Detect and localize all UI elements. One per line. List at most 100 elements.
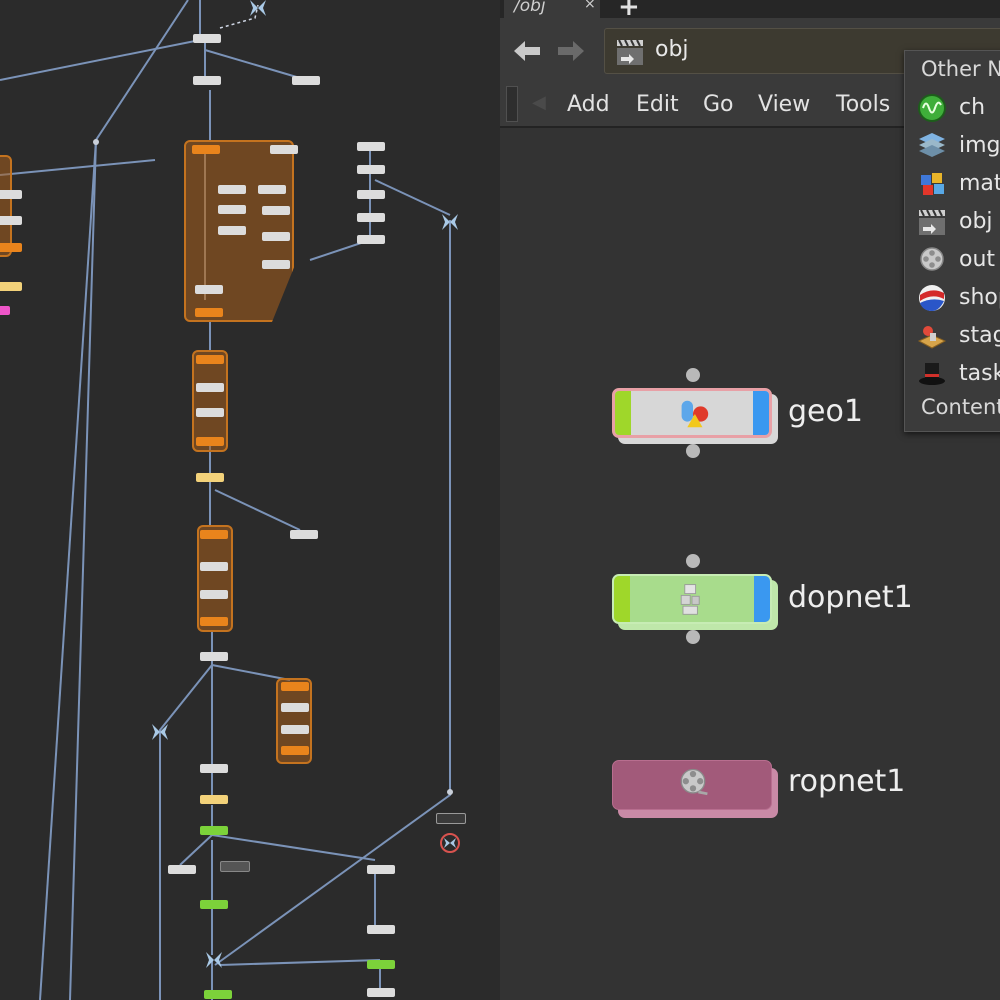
menu-edit[interactable]: Edit [636,92,679,117]
close-icon[interactable]: × [584,0,596,11]
sop-node[interactable] [290,530,318,539]
menu-item-mat[interactable]: mat [917,167,1000,201]
sop-node[interactable] [196,437,224,446]
sop-node[interactable] [200,652,228,661]
shader-network-icon [919,285,945,311]
input-port[interactable] [686,554,700,568]
sop-node[interactable] [200,530,228,539]
foreach-block-5 [0,155,12,257]
material-network-icon [921,173,944,195]
geometry-icon [681,400,709,428]
sop-node[interactable] [281,725,309,734]
sop-node[interactable] [357,213,385,222]
sop-node[interactable] [367,988,395,997]
sop-node[interactable] [0,282,22,291]
sop-node[interactable] [195,285,223,294]
sop-node[interactable] [200,900,228,909]
sop-node[interactable] [270,145,298,154]
node-label-dopnet1: dopnet1 [788,580,913,615]
output-port[interactable] [686,444,700,458]
sop-node[interactable] [196,355,224,364]
sop-node[interactable] [193,34,221,43]
sop-node[interactable] [200,562,228,571]
menu-section-footer: Content [921,395,1000,419]
sop-node[interactable] [281,746,309,755]
sop-node[interactable] [200,764,228,773]
menu-go[interactable]: Go [703,92,734,117]
sop-node[interactable] [196,408,224,417]
sop-node[interactable] [292,76,320,85]
menu-add[interactable]: Add [567,92,610,117]
object-network-icon [617,39,643,65]
forward-arrow-icon[interactable] [556,36,586,66]
sop-node[interactable] [195,308,223,317]
sop-node[interactable] [0,306,10,315]
object-network-icon [919,209,945,235]
sop-node[interactable] [218,226,246,235]
tab-obj[interactable]: /obj × [504,0,600,18]
sop-node[interactable] [0,216,22,225]
menu-item-stag[interactable]: stag [917,319,1000,353]
node-geo1[interactable] [612,388,772,438]
pane-tab-bar: /obj × + [500,0,1000,22]
sop-node[interactable] [193,76,221,85]
sop-node[interactable] [200,826,228,835]
sop-node[interactable] [168,865,196,874]
sop-node[interactable] [192,145,220,154]
output-port[interactable] [686,630,700,644]
sop-node[interactable] [367,925,395,934]
menu-item-task[interactable]: task [917,357,1000,391]
sop-node[interactable] [281,682,309,691]
sop-node[interactable] [196,383,224,392]
menu-section-header: Other N [921,57,1000,81]
path-text: obj [655,37,689,62]
sop-node[interactable] [357,165,385,174]
sop-node[interactable] [0,243,22,252]
sop-node[interactable] [436,813,466,824]
network-editor-pane: /obj × + obj ◀ Add Edit Go View Tools ge… [500,0,1000,1000]
node-label-ropnet1: ropnet1 [788,764,906,799]
node-dopnet1[interactable] [612,574,772,624]
menu-view[interactable]: View [758,92,810,117]
sop-node[interactable] [367,960,395,969]
foreach-block-3 [197,525,233,632]
dop-network-icon [680,584,700,615]
menu-item-obj[interactable]: obj [917,205,1000,239]
menu-handle[interactable] [506,86,518,122]
menu-tools[interactable]: Tools [836,92,890,117]
node-ropnet1[interactable] [612,760,772,810]
menu-item-out[interactable]: out [917,243,1000,277]
sop-node[interactable] [196,473,224,482]
sop-node[interactable] [357,190,385,199]
sop-node[interactable] [200,590,228,599]
sop-node[interactable] [204,990,232,999]
sop-node[interactable] [262,260,290,269]
sop-node[interactable] [218,185,246,194]
sop-node[interactable] [281,703,309,712]
sop-node[interactable] [200,617,228,626]
image-network-icon [919,133,945,157]
output-network-icon [680,768,708,796]
menu-item-shop[interactable]: shop [917,281,1000,315]
sop-node[interactable] [262,232,290,241]
sop-node[interactable] [357,235,385,244]
sop-node[interactable] [367,865,395,874]
input-port[interactable] [686,368,700,382]
node-label-geo1: geo1 [788,394,863,429]
tab-label: /obj [514,0,546,16]
sop-node[interactable] [357,142,385,151]
sop-network-view[interactable] [0,0,500,1000]
sop-node[interactable] [220,861,250,872]
menu-item-img[interactable]: img [917,129,1000,163]
sop-node[interactable] [262,206,290,215]
menu-item-ch[interactable]: ch [917,91,1000,125]
back-arrow-icon[interactable] [512,36,542,66]
sop-node[interactable] [0,190,22,199]
sop-node[interactable] [218,205,246,214]
menu-left-arrow-icon[interactable]: ◀ [532,92,546,113]
output-network-icon [920,247,944,271]
sop-node[interactable] [200,795,228,804]
chop-network-icon [918,94,946,122]
stage-network-icon [917,326,947,349]
sop-node[interactable] [258,185,286,194]
